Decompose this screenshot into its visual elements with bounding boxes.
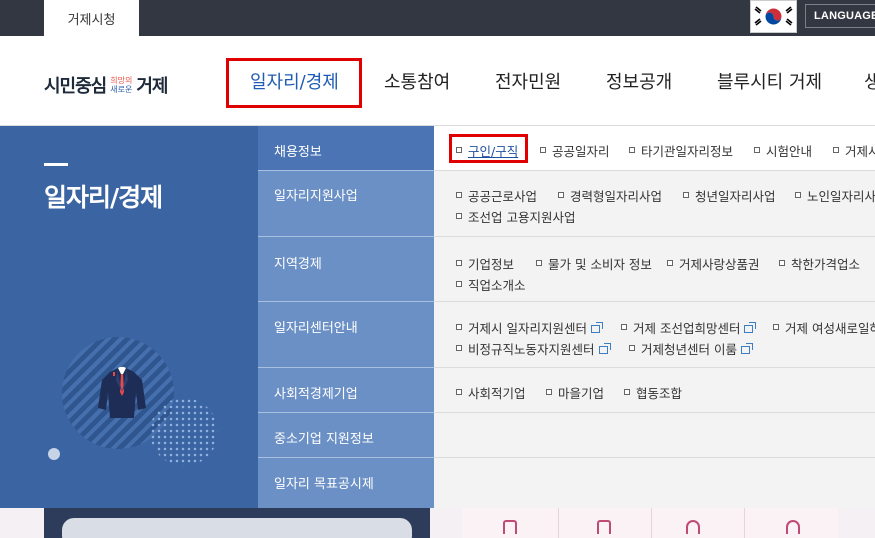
submenu-item-shipbuilding-hope[interactable]: 거제 조선업희망센터 (621, 318, 757, 337)
logo-text-city: 거제 (136, 76, 168, 97)
user-icon[interactable] (786, 520, 800, 534)
submenu-item-label: 비정규직노동자지원센터 (468, 342, 595, 357)
submenu-item-social-enterprise[interactable]: 사회적기업 (456, 383, 526, 402)
korea-flag-icon (750, 0, 797, 33)
submenu-item-shipbuilding-support[interactable]: 조선업 고용지원사업 (456, 207, 575, 226)
title-accent-bar (44, 163, 68, 166)
category-social-economy[interactable]: 사회적경제기업 (258, 368, 434, 413)
highlight-box-nav (226, 58, 362, 108)
category-recruitment[interactable]: 채용정보 (258, 126, 434, 171)
submenu-item-gift-voucher[interactable]: 거제사랑상품권 (667, 254, 760, 273)
submenu-item-public-works[interactable]: 공공근로사업 (456, 186, 537, 205)
submenu-row: 거제시 일자리지원센터 거제 조선업희망센터 거제 여성새로일하 비정규직노동자… (434, 302, 875, 368)
nav-info-disclosure[interactable]: 정보공개 (606, 36, 672, 126)
quick-menu-divider (558, 508, 559, 538)
external-link-icon (598, 343, 611, 354)
submenu-item-cooperative[interactable]: 협동조합 (624, 383, 682, 402)
quick-menu-divider (744, 508, 745, 538)
submenu-item-senior-jobs[interactable]: 노인일자리사 (795, 186, 875, 205)
submenu-item-youth-center[interactable]: 거제청년센터 이룸 (629, 339, 753, 358)
nav-civil-service[interactable]: 전자민원 (495, 36, 561, 126)
person-icon[interactable] (597, 520, 611, 534)
category-column: 채용정보 일자리지원사업 지역경제 일자리센터안내 사회적경제기업 중소기업 지… (258, 126, 434, 508)
submenu-item-village-enterprise[interactable]: 마을기업 (546, 383, 604, 402)
category-job-target[interactable]: 일자리 목표공시제 (258, 458, 434, 508)
submenu-item-job-center-geoje[interactable]: 거제시 일자리지원센터 (456, 318, 603, 337)
dotted-circle-decoration (150, 398, 218, 466)
submenu-item-fair-price-stores[interactable]: 착한가격업소 (779, 254, 860, 273)
submenu-row: 공공근로사업 경력형일자리사업 청년일자리사업 노인일자리사 조선업 고용지원사… (434, 171, 875, 237)
submenu-item-company-info[interactable]: 기업정보 (456, 254, 514, 273)
logo-slogan: 희망의 새로운 (110, 76, 132, 94)
suit-jacket-icon (98, 367, 146, 418)
submenu-item-career-jobs[interactable]: 경력형일자리사업 (558, 186, 662, 205)
external-link-icon (744, 322, 757, 333)
logo-text-main: 시민중심 (44, 76, 107, 97)
submenu-item-exam-info[interactable]: 시험안내 (754, 141, 812, 160)
submenu-item-other-agency-jobs[interactable]: 타기관일자리정보 (629, 141, 733, 160)
submenu-item-label: 거제청년센터 이룸 (641, 342, 737, 357)
language-button[interactable]: LANGUAGE (805, 4, 875, 28)
nav-communication[interactable]: 소통참여 (384, 36, 450, 126)
building-icon[interactable] (503, 520, 517, 534)
small-dot-decoration (48, 448, 60, 460)
submenu-item-geoje-city[interactable]: 거제시 (833, 141, 875, 160)
nav-blue-city[interactable]: 블루시티 거제 (717, 36, 822, 126)
bottom-quick-menu (462, 508, 838, 538)
logo-slogan-line2: 새로운 (110, 85, 133, 94)
site-header: 시민중심 희망의 새로운 거제 일자리/경제 소통참여 전자민원 정보공개 블루… (0, 36, 875, 126)
submenu-row (434, 413, 875, 458)
submenu-item-irregular-workers[interactable]: 비정규직노동자지원센터 (456, 339, 611, 358)
external-link-icon (740, 343, 753, 354)
category-job-centers[interactable]: 일자리센터안내 (258, 302, 434, 368)
bottom-card (62, 518, 412, 538)
submenu-item-price-info[interactable]: 물가 및 소비자 정보 (536, 254, 652, 273)
submenu-item-label: 거제 조선업희망센터 (633, 321, 741, 336)
submenu-column: 구인/구직 공공일자리 타기관일자리정보 시험안내 거제시 공공근로사업 경력형… (434, 126, 875, 508)
menu-intro-panel: 일자리/경제 (0, 126, 258, 508)
logo-slogan-line1: 희망의 (110, 76, 133, 85)
submenu-item-label: 거제시 일자리지원센터 (468, 321, 587, 336)
submenu-item-public-jobs[interactable]: 공공일자리 (540, 141, 610, 160)
highlight-box-submenu (449, 134, 528, 163)
submenu-item-employment-agency[interactable]: 직업소개소 (456, 275, 526, 294)
nav-next-cut[interactable]: 생 (864, 36, 875, 126)
category-local-economy[interactable]: 지역경제 (258, 237, 434, 302)
external-link-icon (590, 322, 603, 333)
submenu-row: 사회적기업 마을기업 협동조합 (434, 368, 875, 413)
submenu-item-youth-jobs[interactable]: 청년일자리사업 (683, 186, 776, 205)
submenu-item-womens-center[interactable]: 거제 여성새로일하 (773, 318, 875, 337)
category-sme-support[interactable]: 중소기업 지원정보 (258, 413, 434, 458)
site-tab-geoje-city[interactable]: 거제시청 (44, 0, 139, 36)
quick-menu-divider (651, 508, 652, 538)
chat-icon[interactable] (686, 520, 700, 534)
submenu-row (434, 458, 875, 508)
submenu-row: 기업정보 물가 및 소비자 정보 거제사랑상품권 착한가격업소 직업소개소 (434, 237, 875, 302)
category-job-support[interactable]: 일자리지원사업 (258, 171, 434, 237)
site-logo[interactable]: 시민중심 희망의 새로운 거제 (44, 72, 168, 98)
panel-title: 일자리/경제 (44, 183, 163, 212)
